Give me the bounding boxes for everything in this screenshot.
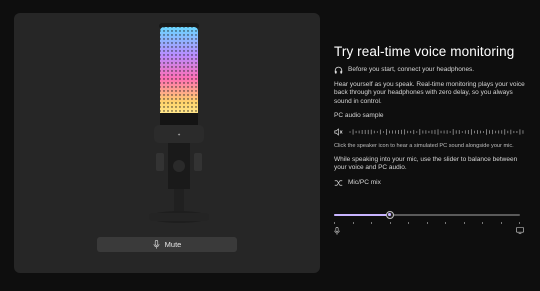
slider-tick [389,222,391,224]
slider-tick [445,222,446,224]
monitoring-description: Hear yourself as you speak. Real-time mo… [334,80,525,105]
headphones-note: Before you start, connect your headphone… [348,66,475,73]
slider-tick [482,222,483,224]
slider-tick [519,222,520,224]
mute-button-label: Mute [164,240,182,249]
microphone-icon [334,227,340,235]
mix-arrows-icon [334,179,343,187]
monitor-icon [516,227,524,235]
microphone-preview-panel: ✦ Mute [14,13,320,273]
speaker-hint: Click the speaker icon to hear a simulat… [334,142,514,149]
slider-fill [334,214,390,216]
mute-button[interactable]: Mute [97,237,237,252]
slider-tick [371,222,372,224]
mic-pc-mix-slider[interactable] [334,208,520,224]
slider-tick [352,222,354,224]
slider-tick [463,222,465,224]
page-title: Try real-time voice monitoring [334,44,515,59]
mix-label: Mic/PC mix [348,178,381,186]
headphones-icon [334,66,343,74]
microphone-icon [153,240,160,249]
monitoring-section: Try real-time voice monitoring Before yo… [334,44,526,187]
slider-tick [426,222,428,224]
microphone-product-image: ✦ [149,23,209,223]
audio-waveform [349,128,524,135]
slider-tick [334,222,335,224]
slider-end-icons [334,227,524,235]
slider-tick [408,222,409,224]
pc-audio-sample-row [334,127,526,137]
headphones-note-row: Before you start, connect your headphone… [334,66,526,75]
mix-instructions: While speaking into your mic, use the sl… [334,155,518,172]
sample-heading: PC audio sample [334,112,384,119]
slider-thumb[interactable] [385,211,394,219]
mix-label-row: Mic/PC mix [334,179,526,188]
speaker-muted-icon[interactable] [334,127,343,136]
slider-tick [500,222,502,224]
